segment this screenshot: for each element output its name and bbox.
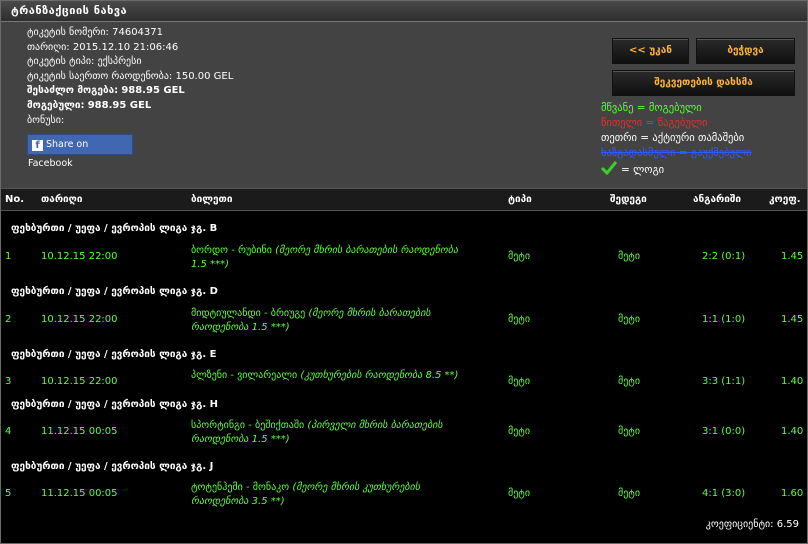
row-bet: პლზენი - ვილარეალი (კუთხურების რაოდენობა… <box>191 369 461 383</box>
row-detail: (კუთხურების რაოდენობა 8.5 **) <box>300 370 459 381</box>
row-score: 1:1 (1:0) <box>702 314 746 325</box>
row-date: 10.12.15 22:00 <box>41 314 118 325</box>
ticket-line: ტიკეტის საერთო რაოდენობა: 150.00 GEL <box>27 70 233 85</box>
ticket-line-value: ექსპრესი <box>97 56 142 68</box>
col-result: შედეგი <box>610 194 647 205</box>
ticket-line-label: მოგებული: <box>27 99 85 111</box>
ticket-line: ტიკეტის ტიპი: ექსპრესი <box>27 55 233 70</box>
row-match: პლზენი - ვილარეალი <box>191 370 298 381</box>
league-group-header: ფეხბურთი / უეფა / ევროპის ლიგა ჯგ. E <box>11 349 217 360</box>
row-bet: ბორდო - რუბინი (მეორე მხრის ბარათების რა… <box>191 244 461 272</box>
row-date: 10.12.15 22:00 <box>41 251 118 262</box>
back-button[interactable]: << უკან <box>612 38 689 64</box>
row-result: მეტი <box>618 488 641 499</box>
status-legend: მწვანე = მოგებული წითელი = წაგებული თეთრ… <box>601 101 752 178</box>
row-match: მიდტიულანდი - ბრიუგე <box>191 308 306 319</box>
table-header: No. თარიღი ბილეთი ტიპი შედეგი ანგარიში კ… <box>1 188 807 211</box>
row-result: მეტი <box>618 426 641 437</box>
league-group-header: ფეხბურთი / უეფა / ევროპის ლიგა ჯგ. J <box>11 461 214 472</box>
ticket-line: შესაძლო მოგება: 988.95 GEL <box>27 84 233 99</box>
ticket-line: მოგებული: 988.95 GEL <box>27 99 233 114</box>
legend-cancelled: ხაზგადასმული = გაუქმებული <box>601 147 752 159</box>
col-no: No. <box>5 194 25 205</box>
row-type: მეტი <box>508 376 531 387</box>
row-bet: ტოტენჰემი - მონაკო (მეორე მხრის კუთხურებ… <box>191 481 461 509</box>
row-number: 4 <box>5 426 12 437</box>
total-coefficient: კოეფიციენტი: 6.59 <box>705 519 799 530</box>
row-result: მეტი <box>618 251 641 262</box>
row-match: სპორტინგი - ბეშიქთაში <box>191 420 305 431</box>
row-number: 3 <box>5 376 12 387</box>
row-score: 3:3 (1:1) <box>702 376 746 387</box>
ticket-line-label: შესაძლო მოგება: <box>27 85 119 97</box>
ticket-info-panel: ტიკეტის ნომერი: 74604371 თარიღი: 2015.12.… <box>1 22 807 188</box>
row-score: 3:1 (0:0) <box>702 426 746 437</box>
league-group-header: ფეხბურთი / უეფა / ევროპის ლიგა ჯგ. H <box>11 399 218 410</box>
ticket-line: თარიღი: 2015.12.10 21:06:46 <box>27 41 233 56</box>
row-bet: მიდტიულანდი - ბრიუგე (მეორე მხრის ბარათე… <box>191 307 461 335</box>
row-type: მეტი <box>508 426 531 437</box>
window-title: ტრანზაქციის ნახვა <box>1 1 807 22</box>
row-date: 10.12.15 22:00 <box>41 376 118 387</box>
row-odd: 1.45 <box>781 251 804 262</box>
ticket-line-value: 988.95 GEL <box>121 85 185 97</box>
repeat-order-button[interactable]: შეკვეთების დახსმა <box>612 70 795 96</box>
row-odd: 1.60 <box>781 488 804 499</box>
row-type: მეტი <box>508 251 531 262</box>
row-bet: სპორტინგი - ბეშიქთაში (პირველი მხრის ბარ… <box>191 419 461 447</box>
row-date: 11.12.15 00:05 <box>41 426 118 437</box>
league-group-header: ფეხბურთი / უეფა / ევროპის ლიგა ჯგ. B <box>11 223 218 234</box>
ticket-line-label: ტიკეტის საერთო რაოდენობა: <box>27 70 173 82</box>
col-date: თარიღი <box>41 194 83 205</box>
legend-check: = ლოგი <box>621 164 665 176</box>
ticket-line: ტიკეტის ნომერი: 74604371 <box>27 26 233 41</box>
ticket-line-label: ბონუსი: <box>27 114 65 126</box>
print-button[interactable]: ბეჭდვა <box>696 38 795 64</box>
row-odd: 1.45 <box>781 314 804 325</box>
check-icon <box>601 161 617 175</box>
row-score: 4:1 (3:0) <box>702 488 746 499</box>
ticket-line: ბონუსი: <box>27 114 233 129</box>
ticket-line-value: 150.00 GEL <box>175 70 234 82</box>
legend-check-row: = ლოგი <box>601 161 752 178</box>
row-match: ტოტენჰემი - მონაკო <box>191 482 290 493</box>
row-result: მეტი <box>618 314 641 325</box>
legend-active: თეთრი = აქტიური თამაშები <box>601 132 745 144</box>
col-score: ანგარიში <box>693 194 742 205</box>
row-match: ბორდო - რუბინი <box>191 245 272 256</box>
ticket-line-value: 2015.12.10 21:06:46 <box>72 41 179 53</box>
league-group-header: ფეხბურთი / უეფა / ევროპის ლიგა ჯგ. D <box>11 286 218 297</box>
row-odd: 1.40 <box>781 376 804 387</box>
ticket-line-value: 988.95 GEL <box>87 99 152 111</box>
row-number: 1 <box>5 251 12 262</box>
facebook-icon: f <box>32 140 43 151</box>
row-type: მეტი <box>508 488 531 499</box>
ticket-line-label: ტიკეტის ნომერი: <box>27 27 109 38</box>
row-date: 11.12.15 00:05 <box>41 488 118 499</box>
row-number: 2 <box>5 314 12 325</box>
legend-lost: წითელი = წაგებული <box>601 117 708 129</box>
col-ticket: ბილეთი <box>191 194 233 205</box>
row-type: მეტი <box>508 314 531 325</box>
row-result: მეტი <box>618 376 641 387</box>
transaction-window: ტრანზაქციის ნახვა ტიკეტის ნომერი: 746043… <box>0 0 808 544</box>
ticket-line-value: 74604371 <box>112 27 164 38</box>
col-type: ტიპი <box>508 194 532 205</box>
row-odd: 1.40 <box>781 426 804 437</box>
ticket-details: ტიკეტის ნომერი: 74604371 თარიღი: 2015.12.… <box>27 26 233 128</box>
legend-won: მწვანე = მოგებული <box>601 102 702 114</box>
ticket-line-label: ტიკეტის ტიპი: <box>27 56 95 68</box>
row-score: 2:2 (0:1) <box>702 251 746 262</box>
ticket-line-label: თარიღი: <box>27 41 70 53</box>
row-number: 5 <box>5 488 12 499</box>
facebook-share-button[interactable]: f Share on Facebook <box>27 134 133 169</box>
col-odd: კოეფ. <box>769 194 801 205</box>
